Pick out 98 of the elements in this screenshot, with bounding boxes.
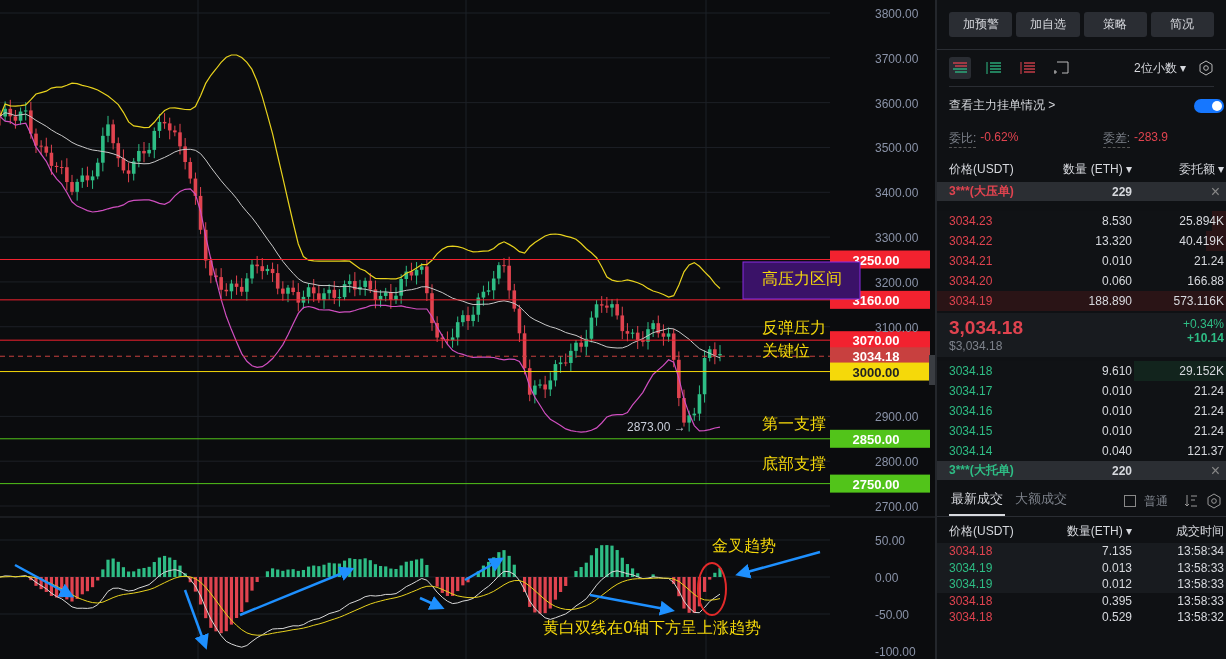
action-button[interactable]: 加预警 [949,12,1013,37]
checkbox-label: 普通 [1144,492,1168,510]
price-level-label: 2750.00 [830,474,930,493]
price-axis-label: 3700.00 [875,51,919,66]
price-axis-label: 3800.00 [875,7,919,21]
column-header[interactable]: 价格(USDT) [949,522,1042,540]
annotation-text: 关键位 [762,341,810,360]
action-button[interactable]: 简况 [1150,12,1214,37]
trade-price: 3034.19 [949,577,994,592]
annotation-text: 黄白双线在0轴下方呈上涨趋势 [543,618,762,637]
big-order-label: 3***(大压单) [949,183,1015,200]
price-axis-label: 3600.00 [875,96,919,111]
column-header[interactable]: 数量(ETH) ▾ [1042,522,1132,540]
order-total: 573.116K [1172,294,1224,308]
order-quantity: 0.040 [1100,444,1132,458]
price-axis-label: 3200.00 [875,275,919,290]
big-order-label: 3***(大托单) [949,462,1015,479]
trade-quantity: 0.012 [1100,577,1132,592]
trade-price: 3034.18 [949,544,994,559]
order-quantity: 0.010 [1100,384,1132,398]
big-order-quantity: 220 [1110,463,1132,478]
trades-tab[interactable]: 大额成交 [1013,486,1069,516]
order-total: 29.152K [1178,364,1224,378]
order-total: 21.24 [1192,254,1224,268]
bid-price: 3034.15 [949,424,994,438]
annotation-text: 第一支撑 [762,414,826,433]
low-price-marker: 2873.00 → [627,420,686,434]
macd-axis-label: 50.00 [875,534,906,548]
column-header[interactable]: 成交时间 [1132,522,1224,540]
decimals-dropdown[interactable]: 2位小数 ▾ [1133,59,1186,77]
order-total: 21.24 [1192,404,1224,418]
order-total: 21.24 [1192,424,1224,438]
bid-price: 3034.18 [949,364,994,378]
trade-quantity: 0.395 [1100,593,1132,608]
trades-tab[interactable]: 最新成交 [949,486,1005,516]
ask-price: 3034.20 [949,274,994,288]
trade-time: 13:58:32 [1176,610,1224,625]
ratio-value: -0.62% [980,130,1019,146]
ask-price: 3034.23 [949,214,994,228]
action-button[interactable]: 策略 [1083,12,1147,37]
order-total: 121.37 [1186,444,1224,458]
trade-quantity: 0.013 [1100,560,1132,575]
macd-axis-label: -100.00 [875,645,916,659]
ratio-label: 委比: [949,130,977,148]
ask-price: 3034.19 [949,294,994,308]
order-quantity: 188.890 [1087,294,1132,308]
column-header[interactable]: 数量 (ETH) ▾ [1042,160,1132,178]
order-total: 40.419K [1178,234,1224,248]
macd-axis-label: 0.00 [875,571,899,585]
order-total: 21.24 [1192,384,1224,398]
price-axis-label: 3400.00 [875,186,919,201]
annotation-text: 高压力区间 [762,269,842,288]
trade-price: 3034.18 [949,593,994,608]
trade-time: 13:58:33 [1176,593,1224,608]
order-quantity: 0.010 [1100,404,1132,418]
trade-price: 3034.19 [949,560,994,575]
ask-price: 3034.21 [949,254,994,268]
bid-price: 3034.16 [949,404,994,418]
order-quantity: 0.060 [1100,274,1132,288]
column-header[interactable]: 价格(USDT) [949,160,1042,178]
macd-axis-label: -50.00 [875,608,910,622]
ask-price: 3034.22 [949,234,994,248]
order-total: 166.88 [1186,274,1224,288]
order-quantity: 9.610 [1100,364,1132,378]
close-button[interactable]: × [1132,462,1224,479]
bid-price: 3034.14 [949,444,994,458]
trade-quantity: 7.135 [1100,544,1132,559]
annotation-text: 底部支撑 [762,454,826,473]
diff-label: 委差: [1102,130,1130,148]
last-price: 3,034.18 [949,317,1023,339]
whale-orders-link[interactable]: 查看主力挂单情况 > [949,97,1194,114]
last-price-usd: $3,034.18 [949,339,1004,353]
change-value: +10.14 [1186,331,1224,345]
big-order-quantity: 229 [1110,184,1132,199]
column-header[interactable]: 委托额 ▾ [1132,160,1224,178]
change-percent: +0.34% [1182,317,1224,331]
diff-value: -283.9 [1133,130,1168,146]
trade-time: 13:58:33 [1176,560,1224,575]
trade-quantity: 0.529 [1100,610,1132,625]
order-quantity: 13.320 [1094,234,1132,248]
order-total: 25.894K [1178,214,1224,228]
annotation-text: 反弹压力 [762,318,826,337]
price-axis-label: 2700.00 [875,500,919,514]
price-axis-label: 3500.00 [875,141,919,156]
bid-price: 3034.17 [949,384,994,398]
trade-price: 3034.18 [949,610,994,625]
action-button[interactable]: 加自选 [1016,12,1080,37]
order-quantity: 8.530 [1100,214,1132,228]
order-quantity: 0.010 [1100,254,1132,268]
price-axis-label: 2800.00 [875,455,919,470]
trade-time: 13:58:33 [1176,577,1224,592]
price-axis-label: 3300.00 [875,231,919,246]
close-button[interactable]: × [1132,183,1224,200]
price-level-label: 2850.00 [830,429,930,448]
trade-time: 13:58:34 [1176,544,1224,559]
annotation-text: 金叉趋势 [712,536,776,555]
order-quantity: 0.010 [1100,424,1132,438]
price-axis-label: 2900.00 [875,410,919,425]
